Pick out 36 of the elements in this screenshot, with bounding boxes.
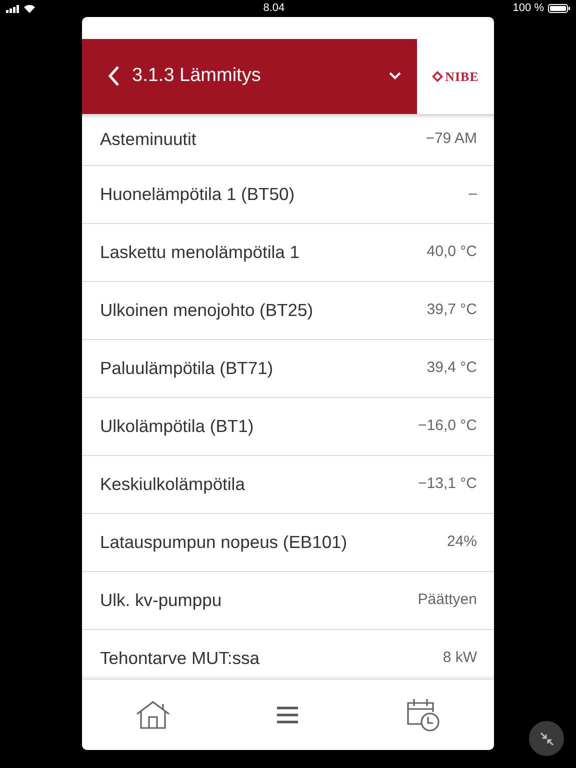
row-value: 39,7 °C: [426, 300, 477, 320]
logo-icon: [432, 71, 444, 82]
row-label: Asteminuutit: [100, 128, 196, 152]
calendar-clock-icon: [406, 698, 440, 732]
row-label: Keskiulkolämpötila: [100, 473, 245, 496]
battery-percent: 100 %: [512, 1, 544, 16]
signal-icon: [6, 4, 20, 12]
home-icon: [136, 701, 170, 729]
row-label: Ulkolämpötila (BT1): [100, 415, 254, 438]
page-title: 3.1.3 Lämmitys: [132, 64, 262, 88]
menu-icon: [277, 706, 298, 724]
back-icon: [108, 65, 120, 88]
status-time: 8.04: [263, 1, 285, 16]
battery-icon: [548, 4, 570, 13]
row-value: 8 kW: [442, 648, 477, 668]
collapse-button[interactable]: [529, 721, 564, 756]
row-label: Ulkoinen menojohto (BT25): [100, 299, 314, 322]
row-value: 24%: [446, 532, 477, 552]
row-value: 40,0 °C: [426, 242, 477, 262]
back-button[interactable]: [108, 64, 120, 88]
row-value: 39,4 °C: [426, 358, 477, 378]
row-label: Laskettu menolämpötila 1: [100, 241, 300, 264]
chevron-down-icon: [389, 72, 401, 80]
row-label: Huonelämpötila 1 (BT50): [100, 183, 295, 206]
row-label: Tehontarve MUT:ssa: [100, 647, 260, 670]
row-value: −16,0 °C: [418, 416, 477, 436]
row-label: Paluulämpötila (BT71): [100, 357, 274, 380]
row-value: –: [468, 184, 477, 204]
logo-text: NIBE: [445, 68, 479, 86]
collapse-arrows-icon: [538, 730, 554, 746]
wifi-icon: [24, 4, 35, 12]
row-value: Päättyen: [418, 590, 477, 610]
row-value: −13,1 °C: [418, 474, 477, 494]
row-label: Ulk. kv-pumppu: [100, 589, 222, 612]
row-label: Latauspumpun nopeus (EB101): [100, 531, 348, 554]
row-value: −79 AM: [426, 129, 477, 150]
